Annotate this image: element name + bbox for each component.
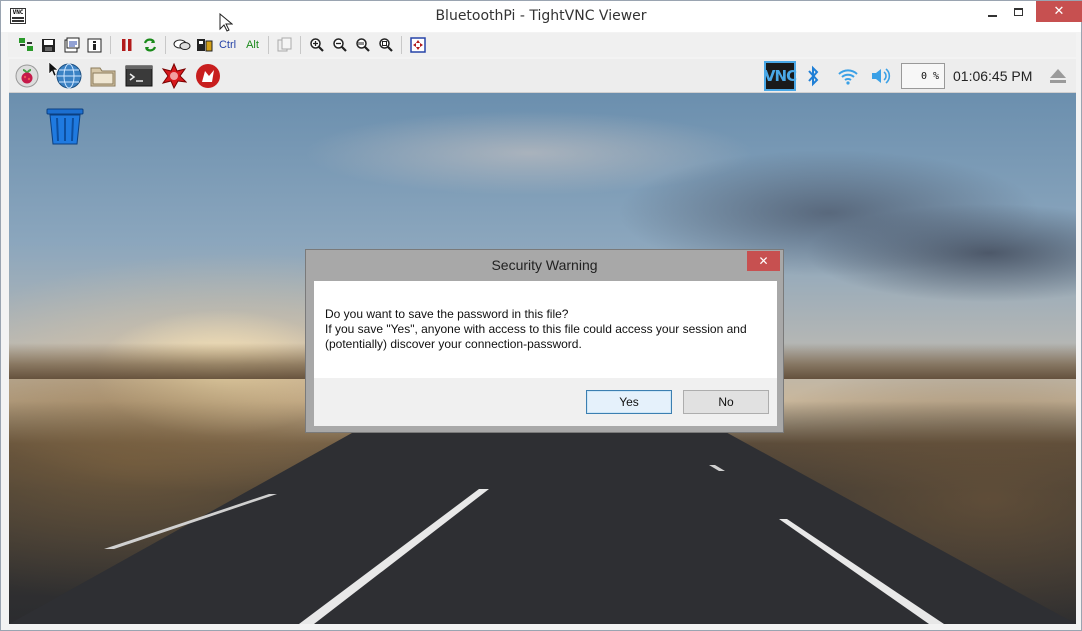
volume-icon[interactable] (869, 62, 893, 90)
zoom-in-icon[interactable] (305, 34, 328, 56)
message-line-3: (potentially) discover your connection-p… (325, 337, 582, 351)
yes-button[interactable]: Yes (586, 390, 672, 414)
wolfram-icon[interactable] (194, 63, 222, 89)
toolbar-separator (165, 36, 166, 54)
vnc-viewer-window: VNC BluetoothPi - TightVNC Viewer ✕ Ctrl… (0, 0, 1082, 631)
title-bar[interactable]: VNC BluetoothPi - TightVNC Viewer ✕ (1, 1, 1082, 32)
copy-icon[interactable] (273, 34, 296, 56)
trash-icon[interactable] (45, 107, 85, 145)
dialog-title: Security Warning (491, 257, 598, 273)
cpu-usage-monitor[interactable]: 0 % (901, 63, 945, 89)
dialog-message: Do you want to save the password in this… (314, 281, 777, 378)
clock[interactable]: 01:06:45 PM (953, 68, 1032, 84)
minimize-icon (987, 15, 997, 17)
file-manager-icon[interactable] (89, 63, 117, 89)
chat-icon[interactable] (170, 34, 193, 56)
toolbar-separator (300, 36, 301, 54)
terminal-icon[interactable] (124, 63, 154, 89)
toolbar-separator (268, 36, 269, 54)
maximize-icon (1013, 8, 1023, 16)
vnc-server-tray-icon[interactable]: VNC (764, 61, 797, 91)
zoom-out-icon[interactable] (328, 34, 351, 56)
save-icon[interactable] (37, 34, 60, 56)
no-button[interactable]: No (683, 390, 769, 414)
dialog-close-button[interactable]: ✕ (747, 251, 780, 271)
alt-key-button[interactable]: Alt (241, 34, 264, 56)
close-button[interactable]: ✕ (1036, 1, 1082, 22)
options-icon[interactable] (60, 34, 83, 56)
refresh-icon[interactable] (138, 34, 161, 56)
eject-icon[interactable] (1049, 68, 1067, 88)
zoom-fit-icon[interactable] (374, 34, 397, 56)
vnc-toolbar: Ctrl Alt (8, 33, 1076, 57)
toolbar-separator (110, 36, 111, 54)
pi-taskbar: VNC 0 % 01:06:45 PM (9, 59, 1076, 93)
message-line-2: If you save "Yes", anyone with access to… (325, 322, 747, 336)
minimize-button[interactable] (978, 1, 1006, 23)
remote-mouse-cursor-icon (48, 61, 59, 81)
message-line-1: Do you want to save the password in this… (325, 307, 569, 321)
info-icon[interactable] (83, 34, 106, 56)
bluetooth-icon[interactable] (803, 62, 823, 90)
transfer-icon[interactable] (193, 34, 216, 56)
pause-icon[interactable] (115, 34, 138, 56)
window-title: BluetoothPi - TightVNC Viewer (435, 8, 647, 24)
web-browser-icon[interactable] (55, 63, 83, 89)
maximize-button[interactable] (1004, 1, 1032, 23)
zoom-100-icon[interactable] (351, 34, 374, 56)
fullscreen-icon[interactable] (406, 34, 429, 56)
close-icon: ✕ (1053, 4, 1065, 19)
security-warning-dialog: Security Warning ✕ Do you want to save t… (305, 249, 784, 433)
mouse-cursor-icon (219, 12, 234, 37)
ctrl-key-button[interactable]: Ctrl (216, 34, 239, 56)
wifi-icon[interactable] (836, 62, 860, 90)
mathematica-icon[interactable] (160, 63, 188, 89)
raspberry-menu-icon[interactable] (13, 63, 41, 89)
dialog-body: Do you want to save the password in this… (314, 281, 777, 426)
new-connection-icon[interactable] (14, 34, 37, 56)
toolbar-separator (401, 36, 402, 54)
close-icon: ✕ (758, 254, 769, 268)
